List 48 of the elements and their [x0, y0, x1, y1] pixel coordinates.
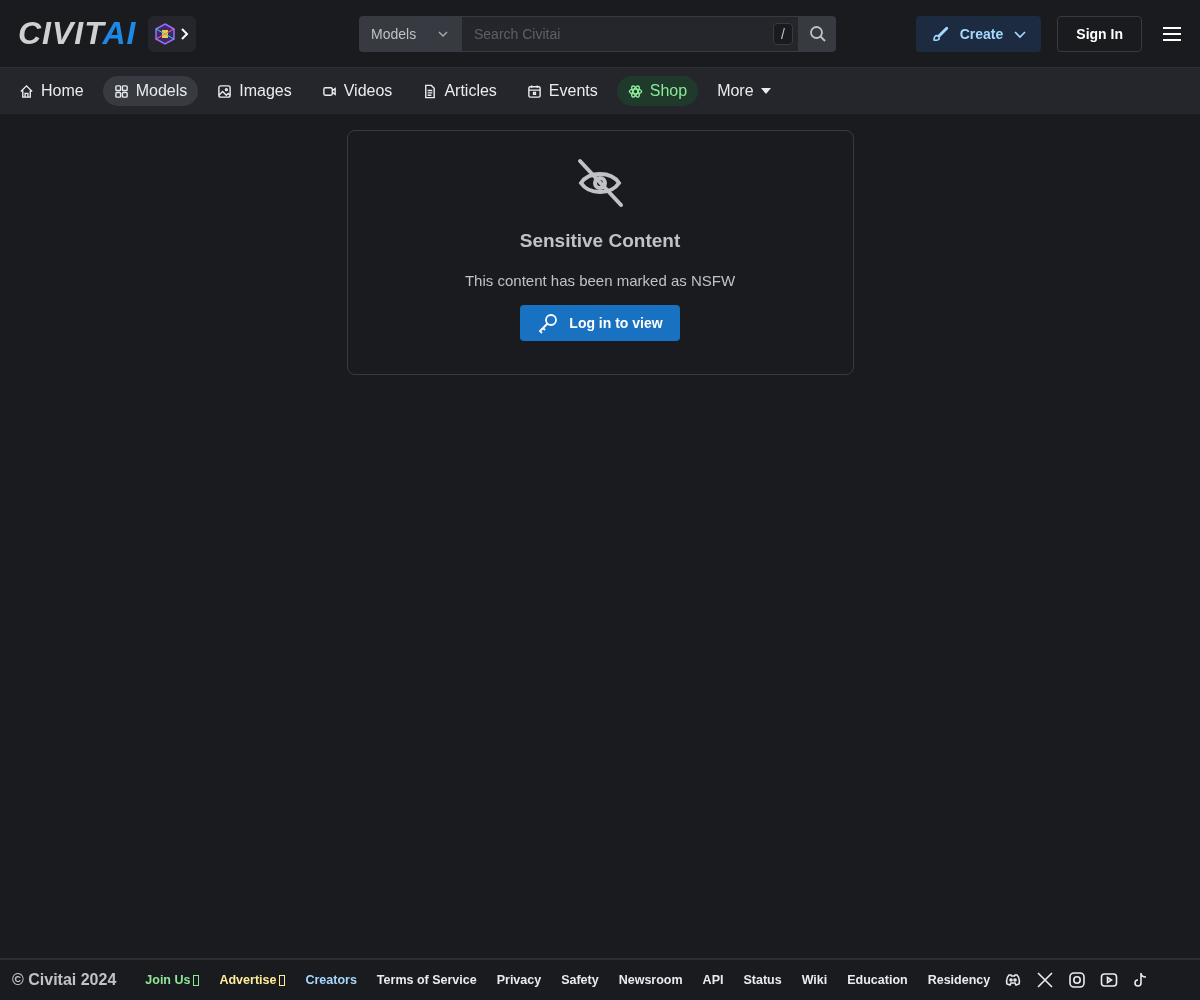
- image-icon: [217, 83, 233, 99]
- nav-tab[interactable]: Videos: [310, 76, 404, 106]
- footer-link[interactable]: Advertise: [219, 973, 286, 987]
- menu-icon[interactable]: [1162, 25, 1182, 42]
- notice-title: Sensitive Content: [519, 230, 681, 252]
- site-logo[interactable]: CIVITAI: [18, 15, 137, 52]
- eye-off-icon: [575, 158, 625, 208]
- nav-tab[interactable]: Shop: [616, 76, 699, 106]
- cube-logo-icon: [154, 22, 177, 45]
- footer-link[interactable]: Privacy: [496, 973, 542, 987]
- footer-link[interactable]: Status: [743, 973, 782, 987]
- grid-icon: [113, 83, 129, 99]
- footer-link[interactable]: Safety: [561, 973, 599, 987]
- app-switcher-button[interactable]: [148, 15, 197, 52]
- footer-link[interactable]: Education: [847, 973, 908, 987]
- notice-message: This content has been marked as NSFW: [464, 272, 736, 289]
- search-scope-select[interactable]: Models: [359, 15, 461, 52]
- search-icon: [808, 24, 827, 43]
- footer-link[interactable]: Terms of Service: [376, 973, 477, 987]
- nav-tab[interactable]: Home: [8, 76, 95, 106]
- footer-link[interactable]: Wiki: [801, 973, 828, 987]
- create-button[interactable]: Create: [915, 15, 1042, 52]
- discord-icon[interactable]: [1004, 971, 1023, 989]
- footer-link[interactable]: Join Us: [145, 973, 200, 987]
- chevron-right-icon: [180, 26, 191, 41]
- login-button[interactable]: Log in to view: [520, 305, 680, 341]
- home-icon: [19, 83, 34, 99]
- footer-link[interactable]: API: [702, 973, 724, 987]
- shortcut-key: /: [773, 22, 793, 45]
- caret-down-icon: [760, 87, 771, 95]
- footer-link[interactable]: Newsroom: [618, 973, 683, 987]
- sign-in-button[interactable]: Sign In: [1057, 15, 1142, 52]
- atom-icon: [627, 83, 643, 99]
- search-button[interactable]: [799, 15, 836, 52]
- nav-tab[interactable]: More: [706, 76, 782, 106]
- nav-tab[interactable]: Articles: [411, 76, 508, 106]
- youtube-icon[interactable]: [1100, 971, 1119, 989]
- nav-tab[interactable]: Images: [206, 76, 303, 106]
- instagram-icon[interactable]: [1068, 971, 1087, 989]
- calendar-icon: [526, 83, 542, 99]
- nav-tab[interactable]: Models: [102, 76, 199, 106]
- doc-icon: [422, 83, 438, 99]
- key-icon: [537, 312, 560, 334]
- footer-link[interactable]: Residency: [927, 973, 991, 987]
- x-logo-icon[interactable]: [1036, 971, 1055, 989]
- footer-link[interactable]: Creators: [305, 973, 357, 987]
- copyright-text: © Civitai 2024: [12, 971, 117, 989]
- nav-tab[interactable]: Events: [515, 76, 609, 106]
